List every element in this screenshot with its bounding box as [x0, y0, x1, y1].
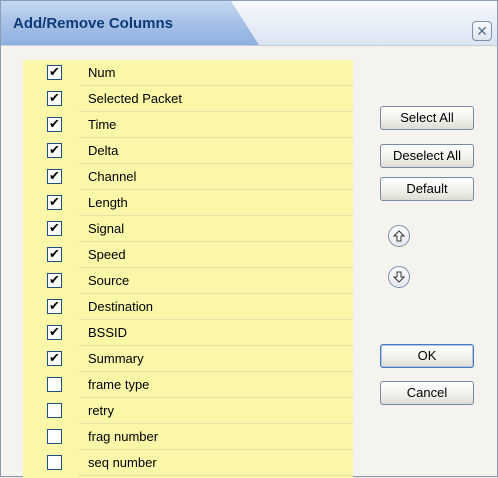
check-mark-icon: ✔: [49, 221, 60, 236]
column-label: BSSID: [88, 325, 128, 340]
check-mark-icon: ✔: [49, 195, 60, 210]
column-label: Summary: [88, 351, 144, 366]
list-item[interactable]: seq number: [23, 450, 353, 476]
column-checkbox[interactable]: ✔: [47, 65, 62, 80]
column-label: Time: [88, 117, 117, 132]
column-checkbox[interactable]: ✔: [47, 143, 62, 158]
cancel-button[interactable]: Cancel: [380, 381, 474, 405]
checkbox-cell: ✔: [23, 138, 79, 164]
list-item[interactable]: frame type: [23, 372, 353, 398]
list-item[interactable]: ✔ Destination: [23, 294, 353, 320]
column-label: Channel: [88, 169, 137, 184]
arrow-down-icon: [393, 271, 405, 283]
checkbox-cell: ✔: [23, 190, 79, 216]
column-checkbox[interactable]: ✔: [47, 169, 62, 184]
close-icon: ✕: [476, 23, 488, 39]
checkbox-cell: ✔: [23, 320, 79, 346]
select-all-button[interactable]: Select All: [380, 106, 474, 130]
column-checkbox[interactable]: ✔: [47, 195, 62, 210]
checkbox-cell: ✔: [23, 60, 79, 86]
column-checkbox[interactable]: ✔: [47, 247, 62, 262]
column-label: retry: [88, 403, 114, 418]
column-label: Selected Packet: [88, 91, 182, 106]
check-mark-icon: ✔: [49, 299, 60, 314]
column-label: Num: [88, 65, 116, 80]
list-item[interactable]: ✔ Delta: [23, 138, 353, 164]
list-item[interactable]: ✔ BSSID: [23, 320, 353, 346]
column-checkbox[interactable]: [47, 403, 62, 418]
column-checkbox[interactable]: [47, 455, 62, 470]
checkbox-cell: ✔: [23, 242, 79, 268]
list-item[interactable]: frag number: [23, 424, 353, 450]
check-mark-icon: ✔: [49, 351, 60, 366]
check-mark-icon: ✔: [49, 325, 60, 340]
default-button[interactable]: Default: [380, 177, 474, 201]
dialog-title: Add/Remove Columns: [13, 15, 174, 32]
column-label: Delta: [88, 143, 119, 158]
ok-button[interactable]: OK: [380, 344, 474, 368]
list-item[interactable]: ✔ Num: [23, 60, 353, 86]
checkbox-cell: ✔: [23, 294, 79, 320]
deselect-all-button[interactable]: Deselect All: [380, 144, 474, 168]
checkbox-cell: [23, 450, 79, 476]
check-mark-icon: ✔: [49, 65, 60, 80]
list-item[interactable]: ✔ Channel: [23, 164, 353, 190]
list-item[interactable]: ✔ Time: [23, 112, 353, 138]
column-checkbox[interactable]: ✔: [47, 299, 62, 314]
column-checkbox[interactable]: [47, 429, 62, 444]
checkbox-cell: ✔: [23, 346, 79, 372]
move-down-button[interactable]: [388, 266, 410, 288]
column-checkbox[interactable]: [47, 377, 62, 392]
list-item[interactable]: ✔ Signal: [23, 216, 353, 242]
column-checkbox[interactable]: ✔: [47, 351, 62, 366]
list-item[interactable]: ✔ Summary: [23, 346, 353, 372]
checkbox-cell: ✔: [23, 268, 79, 294]
check-mark-icon: ✔: [49, 247, 60, 262]
check-mark-icon: ✔: [49, 169, 60, 184]
check-mark-icon: ✔: [49, 143, 60, 158]
column-label: frag number: [88, 429, 159, 444]
column-checkbox[interactable]: ✔: [47, 91, 62, 106]
checkbox-cell: ✔: [23, 164, 79, 190]
title-bar: Add/Remove Columns ✕: [1, 1, 497, 46]
column-label: Signal: [88, 221, 125, 236]
column-label: Source: [88, 273, 130, 288]
column-checkbox[interactable]: ✔: [47, 117, 62, 132]
check-mark-icon: ✔: [49, 117, 60, 132]
columns-list[interactable]: ✔ Num ✔ Selected Packet ✔ Time ✔ Delta ✔ Channel ✔…: [23, 60, 353, 478]
column-label: Length: [88, 195, 128, 210]
column-checkbox[interactable]: ✔: [47, 273, 62, 288]
column-label: frame type: [88, 377, 150, 392]
list-item[interactable]: retry: [23, 398, 353, 424]
list-item[interactable]: ✔ Source: [23, 268, 353, 294]
close-button[interactable]: ✕: [472, 21, 492, 41]
column-checkbox[interactable]: ✔: [47, 221, 62, 236]
checkbox-cell: [23, 372, 79, 398]
checkbox-cell: [23, 398, 79, 424]
list-item[interactable]: ✔ Length: [23, 190, 353, 216]
list-item[interactable]: ✔ Speed: [23, 242, 353, 268]
column-checkbox[interactable]: ✔: [47, 325, 62, 340]
checkbox-cell: ✔: [23, 86, 79, 112]
column-label: Destination: [88, 299, 154, 314]
checkbox-cell: ✔: [23, 112, 79, 138]
arrow-up-icon: [393, 230, 405, 242]
add-remove-columns-dialog: Add/Remove Columns ✕ ✔ Num ✔ Selected Packe…: [0, 0, 498, 478]
list-item[interactable]: ✔ Selected Packet: [23, 86, 353, 112]
checkbox-cell: ✔: [23, 216, 79, 242]
checkbox-cell: [23, 424, 79, 450]
column-label: seq number: [88, 455, 157, 470]
move-up-button[interactable]: [388, 225, 410, 247]
check-mark-icon: ✔: [49, 91, 60, 106]
column-label: Speed: [88, 247, 126, 262]
check-mark-icon: ✔: [49, 273, 60, 288]
